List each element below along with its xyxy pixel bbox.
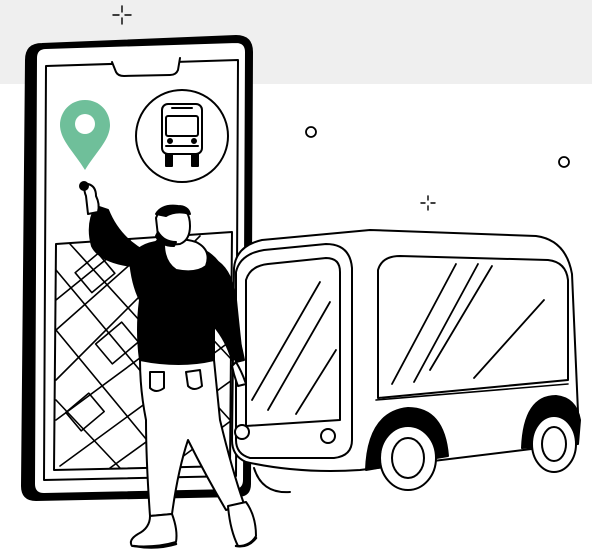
sparkle-icon — [112, 5, 132, 25]
shoe — [227, 501, 257, 547]
sparkle-icon — [420, 195, 436, 211]
autonomous-shuttle — [231, 229, 581, 494]
illustration-canvas — [0, 0, 592, 558]
bus-icon — [135, 89, 229, 183]
tap-dot — [79, 181, 89, 191]
decor-dot — [305, 126, 317, 138]
shoe — [129, 513, 178, 548]
decor-dot — [558, 156, 570, 168]
ride-hailing-illustration — [21, 5, 581, 549]
